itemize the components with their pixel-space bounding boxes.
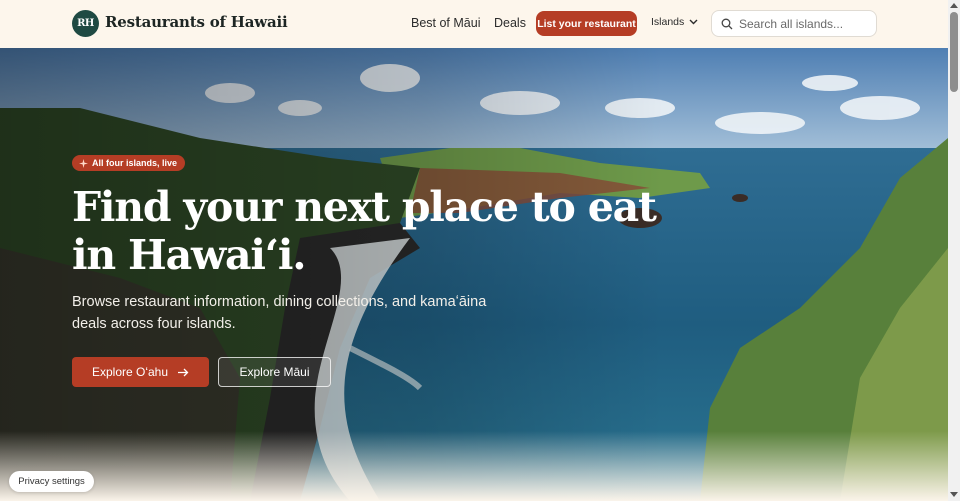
islands-label: Islands — [651, 16, 685, 28]
logo-mark[interactable]: RH — [72, 10, 99, 37]
explore-maui-button[interactable]: Explore Māui — [218, 357, 331, 387]
privacy-settings-button[interactable]: Privacy settings — [9, 471, 94, 492]
arrow-right-icon — [178, 368, 189, 376]
live-badge: All four islands, live — [72, 155, 186, 171]
hero-headline: Find your next place to eat in Hawaiʻi. — [72, 183, 657, 279]
islands-dropdown[interactable]: Islands — [651, 16, 698, 28]
sparkle-icon — [79, 158, 88, 168]
badge-label: All four islands, live — [92, 158, 178, 168]
hero-subtext: Browse restaurant information, dining co… — [72, 294, 487, 332]
search-icon — [721, 18, 733, 29]
hero-section: All four islands, live Find your next pl… — [0, 48, 948, 501]
explore-oahu-button[interactable]: Explore Oʻahu — [72, 357, 209, 387]
search-box[interactable] — [711, 10, 877, 37]
chevron-down-icon — [689, 19, 698, 25]
explore-oahu-label: Explore Oʻahu — [91, 365, 169, 379]
list-restaurant-button[interactable]: List your restaurant — [536, 11, 637, 36]
search-input[interactable] — [739, 16, 869, 31]
hero-bottom-fade — [0, 431, 948, 501]
site-name[interactable]: Restaurants of Hawaii — [105, 13, 288, 31]
page-scrollbar[interactable] — [948, 0, 960, 501]
scroll-up-arrow[interactable] — [950, 3, 958, 8]
site-header: RH Restaurants of Hawaii Best of Māui De… — [0, 0, 948, 48]
nav-best-of-maui[interactable]: Best of Māui — [411, 16, 480, 30]
nav-deals[interactable]: Deals — [494, 16, 526, 30]
scroll-down-arrow[interactable] — [950, 492, 958, 497]
scroll-thumb[interactable] — [950, 12, 958, 92]
